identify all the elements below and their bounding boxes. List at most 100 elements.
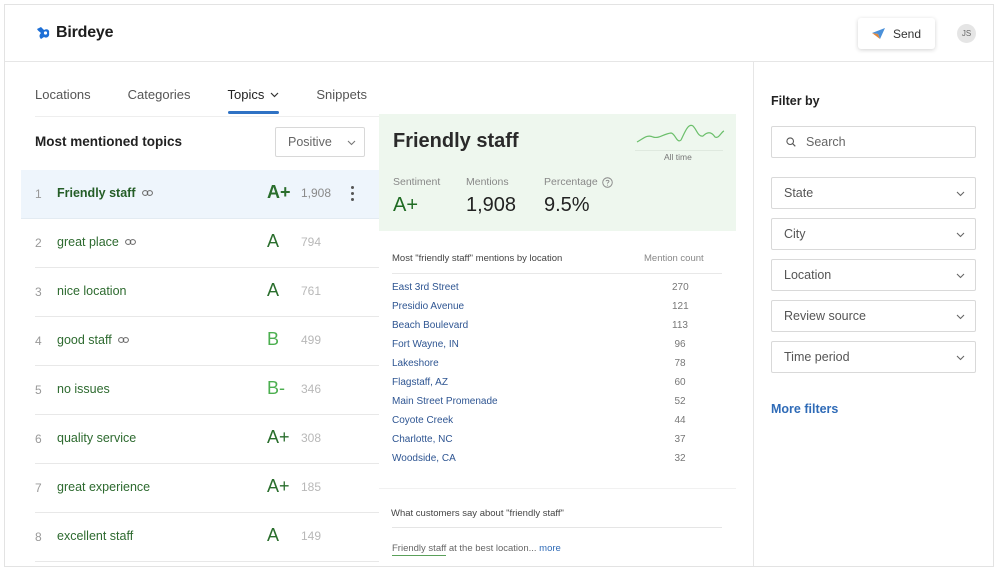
topic-rank: 1: [35, 187, 42, 201]
chevron-down-icon: [347, 140, 356, 146]
snippet-more-link[interactable]: more: [539, 543, 561, 554]
more-filters-link[interactable]: More filters: [771, 402, 838, 416]
brand-logo[interactable]: Birdeye: [35, 24, 113, 42]
send-button[interactable]: Send: [858, 18, 935, 49]
filter-select-label: Time period: [784, 350, 850, 364]
topic-row[interactable]: 2 great place A 794: [35, 219, 379, 268]
topic-name-text: no issues: [57, 382, 110, 396]
filter-select-city[interactable]: City: [771, 218, 976, 250]
location-name-link[interactable]: Main Street Promenade: [392, 396, 498, 407]
topic-row[interactable]: 6 quality service A+ 308: [35, 415, 379, 464]
paper-plane-icon: [871, 28, 885, 39]
send-label: Send: [892, 26, 922, 41]
topic-list: 1 Friendly staff A+ 1,908 2 great place A 794 3 n…: [21, 170, 379, 562]
filter-select-state[interactable]: State: [771, 177, 976, 209]
topic-name[interactable]: great place: [57, 235, 136, 249]
topic-name[interactable]: nice location: [57, 284, 127, 298]
help-icon[interactable]: [601, 176, 613, 188]
trend-sparkline[interactable]: [635, 122, 725, 148]
location-name-link[interactable]: Presidio Avenue: [392, 301, 464, 312]
topic-name-text: good staff: [57, 333, 112, 347]
topic-name[interactable]: good staff: [57, 333, 129, 347]
location-row: Main Street Promenade 52: [392, 394, 722, 413]
location-row: Lakeshore 78: [392, 356, 722, 375]
location-mention-count: 32: [674, 453, 686, 464]
location-row: East 3rd Street 270: [392, 280, 722, 299]
tab-label: Topics: [227, 87, 265, 102]
sentiment-filter-select[interactable]: Positive: [275, 127, 365, 157]
view-tabs: Locations Categories Topics Snippets: [35, 87, 404, 114]
tab-locations[interactable]: Locations: [35, 87, 91, 102]
topic-row[interactable]: 7 great experience A+ 185: [35, 464, 379, 513]
location-mention-count: 52: [674, 396, 686, 407]
topic-rank: 6: [35, 432, 42, 446]
location-mention-count: 60: [674, 377, 686, 388]
location-name-link[interactable]: East 3rd Street: [392, 282, 459, 293]
birdeye-logo-icon: [37, 27, 50, 39]
topic-count: 761: [301, 284, 322, 298]
location-row: Coyote Creek 44: [392, 413, 722, 432]
topic-row[interactable]: 8 excellent staff A 149: [35, 513, 379, 562]
tab-topics[interactable]: Topics: [227, 87, 280, 114]
chevron-down-icon: [956, 314, 965, 320]
topic-detail-header: Friendly staff All time Sentiment A+ Men…: [379, 114, 736, 231]
location-row: Charlotte, NC 37: [392, 432, 722, 451]
location-mention-count: 121: [672, 301, 689, 312]
topic-grade: A+: [267, 476, 290, 496]
topic-name[interactable]: Friendly staff: [57, 186, 153, 200]
metric-label-text: Sentiment: [393, 176, 441, 188]
location-name-link[interactable]: Coyote Creek: [392, 415, 453, 426]
tab-categories[interactable]: Categories: [128, 87, 191, 102]
sparkline-baseline: [635, 150, 723, 151]
topic-row[interactable]: 3 nice location A 761: [35, 268, 379, 317]
topic-row[interactable]: 5 no issues B- 346: [35, 366, 379, 415]
percentage-label: Percentage: [544, 176, 613, 188]
tab-snippets[interactable]: Snippets: [316, 87, 367, 102]
topic-grade: B: [267, 329, 280, 349]
filter-search-input[interactable]: Search: [771, 126, 976, 158]
percentage-value: 9.5%: [544, 194, 590, 216]
link-icon[interactable]: [141, 190, 153, 196]
topic-name[interactable]: quality service: [57, 431, 136, 445]
app-frame: Birdeye Send JS Locations Categories Top…: [4, 4, 994, 567]
location-row: Beach Boulevard 113: [392, 318, 722, 337]
chevron-down-icon: [270, 92, 279, 97]
brand-name: Birdeye: [56, 24, 114, 41]
user-avatar[interactable]: JS: [957, 24, 976, 43]
location-row: Flagstaff, AZ 60: [392, 375, 722, 394]
location-mention-count: 96: [674, 339, 686, 350]
topic-row[interactable]: 4 good staff B 499: [35, 317, 379, 366]
topic-name[interactable]: excellent staff: [57, 529, 133, 543]
location-name-link[interactable]: Lakeshore: [392, 358, 439, 369]
topic-detail-title: Friendly staff: [393, 130, 519, 152]
chevron-down-icon: [956, 232, 965, 238]
location-name-link[interactable]: Woodside, CA: [392, 453, 456, 464]
review-snippet: Friendly staff at the best location... m…: [392, 543, 561, 556]
tab-label: Locations: [35, 87, 91, 102]
topic-count: 1,908: [301, 186, 332, 200]
location-name-link[interactable]: Fort Wayne, IN: [392, 339, 459, 350]
location-name-link[interactable]: Beach Boulevard: [392, 320, 468, 331]
search-icon: [786, 137, 796, 147]
filter-select-location[interactable]: Location: [771, 259, 976, 291]
filter-panel: Filter by Search State City Location Review…: [753, 62, 993, 566]
topic-grade: A: [267, 525, 280, 545]
location-name-link[interactable]: Charlotte, NC: [392, 434, 453, 445]
topic-name[interactable]: no issues: [57, 382, 110, 396]
filter-select-review-source[interactable]: Review source: [771, 300, 976, 332]
topic-name[interactable]: great experience: [57, 480, 150, 494]
location-name-link[interactable]: Flagstaff, AZ: [392, 377, 448, 388]
topic-name-text: great place: [57, 235, 119, 249]
topic-count: 308: [301, 431, 322, 445]
filter-select-time-period[interactable]: Time period: [771, 341, 976, 373]
topic-rank: 5: [35, 383, 42, 397]
topic-rank: 2: [35, 236, 42, 250]
link-icon[interactable]: [117, 337, 129, 343]
tab-label: Categories: [127, 87, 191, 102]
tab-label: Snippets: [316, 87, 367, 102]
topic-row[interactable]: 1 Friendly staff A+ 1,908: [21, 170, 379, 219]
location-mention-count: 37: [674, 434, 686, 445]
link-icon[interactable]: [124, 239, 136, 245]
location-row: Fort Wayne, IN 96: [392, 337, 722, 356]
more-options-icon[interactable]: [351, 186, 355, 202]
